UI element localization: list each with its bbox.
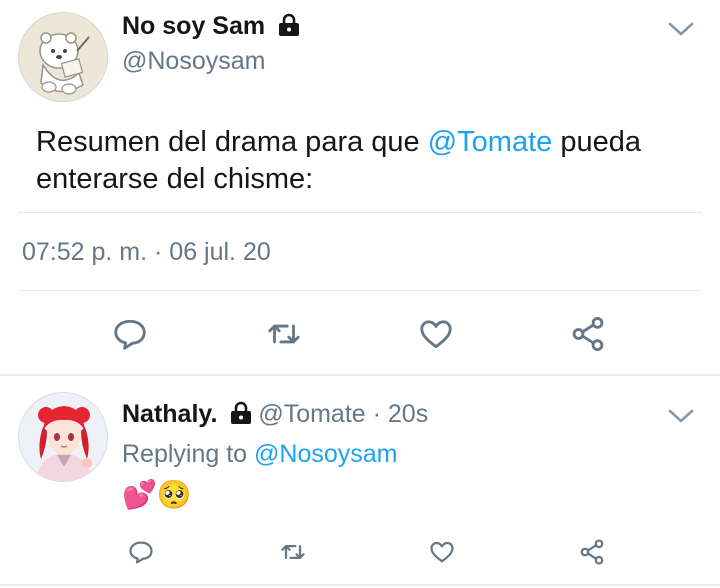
chevron-down-icon[interactable] [667, 20, 695, 38]
divider [18, 290, 702, 291]
like-icon [430, 541, 454, 563]
anime-girl-avatar-icon [19, 393, 107, 481]
like-button[interactable] [414, 312, 458, 356]
like-icon [420, 320, 452, 349]
share-icon [572, 317, 604, 351]
reply-author-name[interactable]: Nathaly. [122, 400, 217, 428]
retweet-icon [281, 545, 305, 559]
author-handle[interactable]: @Nosoysam [122, 47, 265, 76]
retweet-button[interactable] [271, 530, 315, 574]
chevron-down-icon[interactable] [667, 407, 695, 425]
replying-mention-link[interactable]: @Nosoysam [254, 440, 397, 468]
reply-time[interactable]: 20s [388, 400, 428, 428]
share-button[interactable] [566, 312, 610, 356]
reply-header: Nathaly. @Tomate · 20s [122, 400, 428, 429]
share-button[interactable] [570, 530, 614, 574]
reply-button[interactable] [119, 530, 163, 574]
author-avatar[interactable] [18, 12, 108, 102]
reply-icon [129, 541, 153, 564]
polar-bear-avatar-icon [19, 13, 107, 101]
reply-button[interactable] [108, 312, 152, 356]
reply-author-avatar[interactable] [18, 392, 108, 482]
tweet-text: Resumen del drama para que @Tomate pueda… [36, 126, 641, 195]
lock-icon [230, 401, 251, 424]
section-divider [0, 584, 720, 586]
tweet-timestamp[interactable]: 07:52 p. m. · 06 jul. 20 [22, 238, 271, 267]
replying-to: Replying to @Nosoysam [122, 440, 398, 468]
reply-author-handle[interactable]: @Tomate [258, 400, 365, 428]
author-header: No soy Sam [122, 12, 302, 41]
divider [18, 212, 702, 213]
retweet-icon [268, 324, 300, 344]
reply-icon [114, 319, 146, 350]
retweet-button[interactable] [262, 312, 306, 356]
share-icon [580, 539, 604, 565]
author-name[interactable]: No soy Sam [122, 12, 265, 40]
reply-content: 💕🥺 [122, 479, 192, 510]
section-divider [0, 374, 720, 376]
mention-link[interactable]: @Tomate [428, 126, 553, 158]
lock-icon [278, 13, 299, 36]
reply-time-separator: · [365, 400, 388, 428]
like-button[interactable] [420, 530, 464, 574]
